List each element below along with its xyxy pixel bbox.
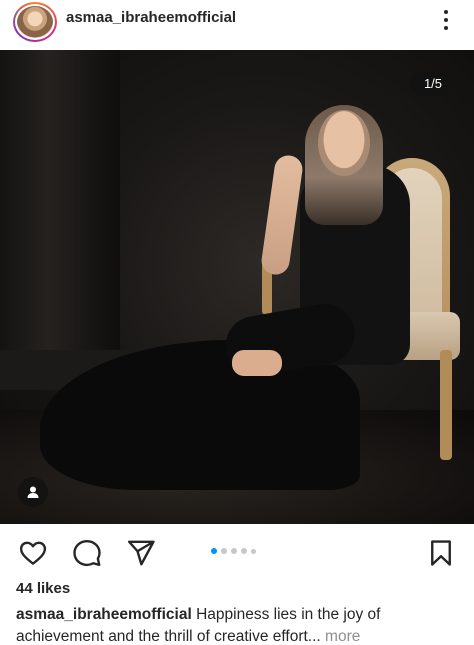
post-caption: asmaa_ibraheemofficial Happiness lies in…: [16, 604, 466, 645]
avatar-frame: [15, 4, 55, 40]
heart-icon[interactable]: [18, 538, 48, 568]
image-counter-badge: 1/5: [410, 70, 456, 96]
more-options-icon[interactable]: [436, 8, 456, 32]
chair-leg: [440, 350, 452, 460]
likes-count[interactable]: 44 likes: [16, 580, 70, 597]
more-dot: [444, 26, 448, 30]
avatar[interactable]: [13, 2, 57, 42]
comment-bubble-icon[interactable]: [72, 538, 102, 568]
carousel-dot: [251, 548, 256, 554]
post-header: asmaa_ibraheemofficial: [0, 0, 474, 50]
figure-arm: [259, 153, 305, 277]
figure-head: [318, 110, 370, 176]
bookmark-icon[interactable]: [426, 538, 456, 568]
caption-username[interactable]: asmaa_ibraheemofficial: [16, 606, 192, 623]
carousel-dot-active: [211, 548, 217, 554]
avatar-image: [17, 6, 53, 38]
person-icon: [27, 486, 39, 498]
paper-plane-icon[interactable]: [126, 538, 156, 568]
more-dot: [444, 10, 448, 14]
caption-ellipsis: ...: [307, 628, 321, 645]
post-username[interactable]: asmaa_ibraheemofficial: [66, 9, 236, 26]
user-tag-icon[interactable]: [18, 477, 48, 507]
post-image[interactable]: 1/5: [0, 50, 474, 524]
carousel-dot: [241, 548, 247, 554]
carousel-indicator: [211, 548, 256, 554]
background-pillar: [0, 50, 120, 380]
figure-ankle: [232, 350, 282, 376]
carousel-dot: [221, 548, 227, 554]
more-dot: [444, 18, 448, 22]
caption-more-link[interactable]: more: [325, 628, 360, 645]
action-bar: [0, 524, 474, 576]
carousel-dot: [231, 548, 237, 554]
